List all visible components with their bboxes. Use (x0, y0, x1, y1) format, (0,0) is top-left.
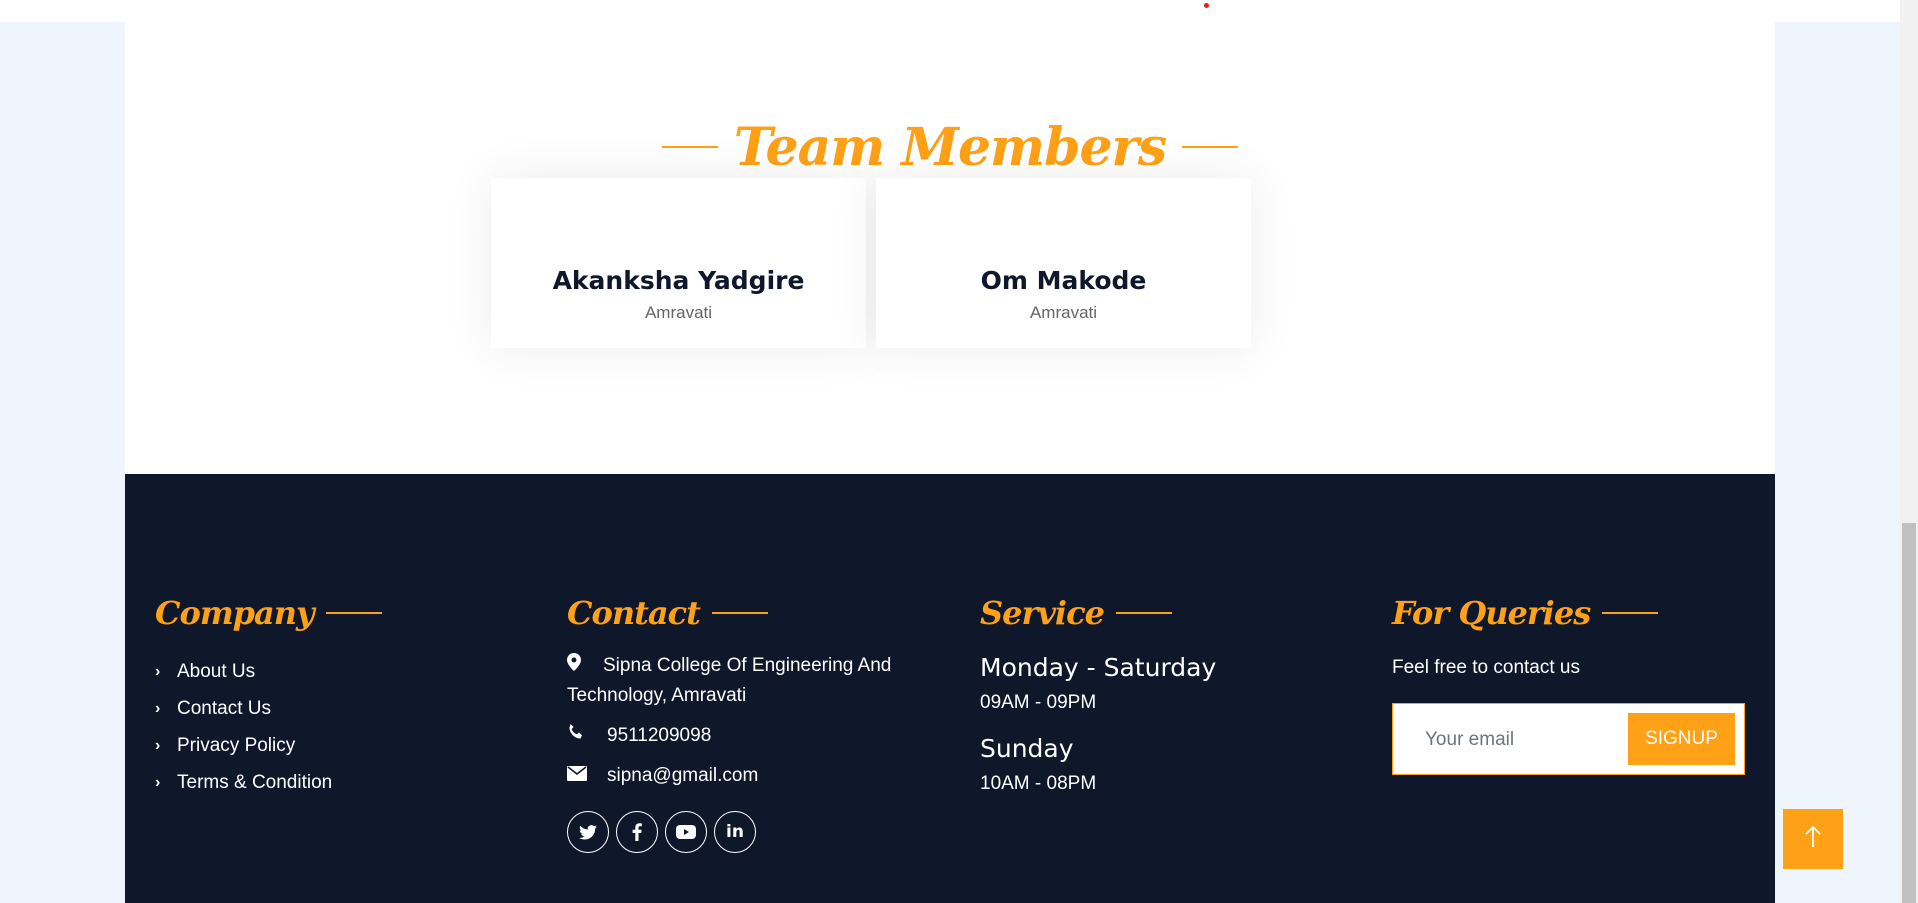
envelope-icon (567, 761, 607, 791)
member-location: Amravati (644, 303, 713, 322)
contact-address: Sipna College Of Engineering And Technol… (567, 651, 927, 711)
contact-heading-text: Contact (567, 594, 701, 632)
team-title-text: Team Members (733, 116, 1167, 178)
service-heading-text: Service (980, 594, 1105, 632)
scrollbar-thumb[interactable] (1902, 523, 1916, 903)
address-block: Sipna College Of Engineering And Technol… (567, 651, 927, 711)
member-location: Amravati (1029, 303, 1098, 322)
footer-link-label: Terms & Condition (177, 771, 333, 793)
facebook-icon[interactable] (616, 811, 658, 853)
footer-link-privacy[interactable]: › Privacy Policy (155, 727, 382, 764)
service-days-weekday: Monday - Saturday (980, 653, 1217, 682)
service-hours-sunday: 10AM - 08PM (980, 773, 1097, 794)
footer-link-label: About Us (177, 660, 256, 682)
service-hours-weekday: 09AM - 09PM (980, 692, 1097, 713)
indicator-dot (1204, 3, 1209, 8)
contact-email: sipna@gmail.com (567, 761, 927, 791)
footer-service-column: Service Monday - Saturday 09AM - 09PM Su… (980, 591, 1216, 795)
footer-link-contact[interactable]: › Contact Us (155, 690, 382, 727)
arrow-up-icon (1805, 822, 1821, 856)
email-text: sipna@gmail.com (607, 765, 759, 786)
heading-line (1115, 612, 1172, 614)
team-member-card: Akanksha Yadgire Amravati (491, 178, 866, 348)
heading-line (1602, 612, 1659, 614)
signup-button[interactable]: SIGNUP (1628, 713, 1735, 765)
company-links: › About Us › Contact Us › Privacy Policy… (155, 653, 382, 801)
chevron-right-icon: › (155, 662, 161, 680)
chevron-right-icon: › (155, 699, 161, 717)
service-heading: Service (980, 591, 1216, 635)
service-days-sunday: Sunday (980, 734, 1074, 763)
chevron-right-icon: › (155, 736, 161, 754)
team-member-card: Om Makode Amravati (876, 178, 1251, 348)
footer-link-label: Contact Us (177, 697, 271, 719)
social-links: in (567, 811, 927, 853)
map-marker-icon (567, 651, 603, 681)
queries-text: Feel free to contact us (1392, 657, 1580, 678)
back-to-top-button[interactable] (1783, 809, 1843, 869)
contact-heading: Contact (567, 591, 927, 635)
queries-heading: For Queries (1392, 591, 1745, 635)
footer-link-label: Privacy Policy (177, 734, 296, 756)
contact-phone: 9511209098 (567, 721, 927, 751)
footer-link-terms[interactable]: › Terms & Condition (155, 764, 382, 801)
linkedin-icon[interactable]: in (714, 811, 756, 853)
footer-contact-column: Contact Sipna College Of Engineering And… (567, 591, 927, 853)
company-heading: Company (155, 591, 382, 635)
member-name: Akanksha Yadgire (552, 266, 805, 295)
top-bar (0, 0, 1918, 22)
title-line-right (1182, 146, 1239, 148)
member-name: Om Makode (980, 266, 1147, 295)
heading-line (711, 612, 768, 614)
phone-text: 9511209098 (607, 725, 712, 746)
footer-link-about[interactable]: › About Us (155, 653, 382, 690)
footer-queries-column: For Queries Feel free to contact us SIGN… (1392, 591, 1745, 775)
footer: Company › About Us › Contact Us › Privac… (125, 474, 1775, 903)
newsletter-form: SIGNUP (1392, 703, 1745, 775)
linkedin-glyph: in (726, 822, 744, 842)
youtube-icon[interactable] (665, 811, 707, 853)
phone-icon (567, 721, 607, 751)
company-heading-text: Company (155, 594, 315, 632)
title-line-left (661, 146, 718, 148)
email-input[interactable] (1423, 724, 1617, 756)
twitter-icon[interactable] (567, 811, 609, 853)
queries-heading-text: For Queries (1392, 594, 1591, 632)
footer-company-column: Company › About Us › Contact Us › Privac… (155, 591, 382, 801)
heading-line (325, 612, 382, 614)
address-text: Sipna College Of Engineering And Technol… (567, 655, 892, 706)
chevron-right-icon: › (155, 773, 161, 791)
